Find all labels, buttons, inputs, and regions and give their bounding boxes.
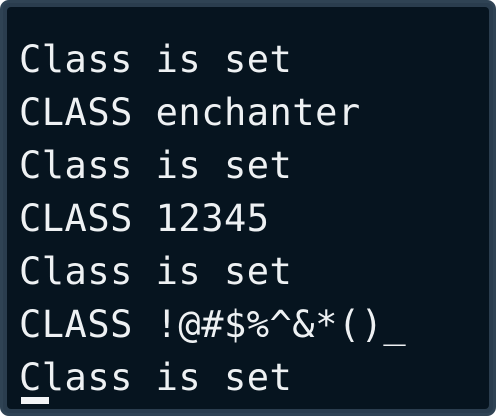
output-line: Class is set [19, 250, 293, 293]
terminal-window: Class is set CLASS enchanter Class is se… [0, 0, 496, 416]
output-line: CLASS enchanter [19, 91, 361, 134]
output-line: CLASS 12345 [19, 197, 270, 240]
output-line: Class is set [19, 38, 293, 81]
output-lines: Class is set CLASS enchanter Class is se… [19, 33, 406, 404]
output-line: Class is set [19, 356, 293, 399]
terminal-output[interactable]: Class is set CLASS enchanter Class is se… [7, 7, 489, 409]
output-line: CLASS !@#$%^&*()_ [19, 303, 407, 346]
output-line: Class is set [19, 144, 293, 187]
text-cursor [21, 397, 49, 404]
